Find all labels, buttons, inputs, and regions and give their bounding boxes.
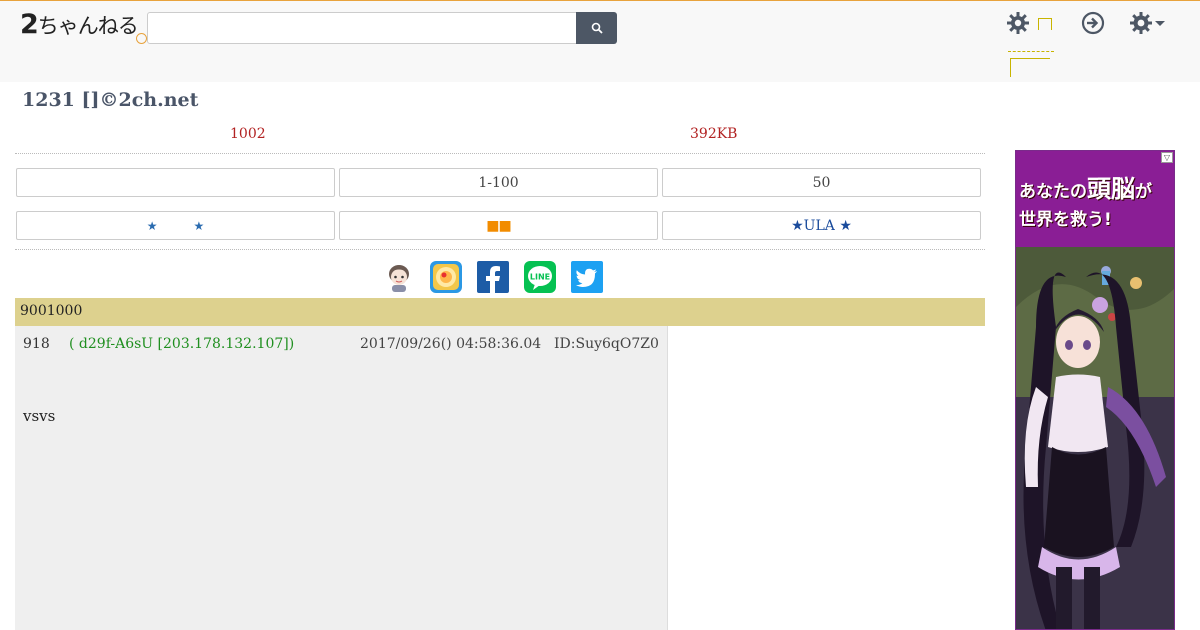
twitter-icon[interactable]: [571, 261, 603, 293]
thread-limit-notice: 9001000: [15, 298, 985, 326]
ula-label: ★ULA ★: [791, 217, 852, 234]
search-input[interactable]: [147, 12, 577, 44]
squares-button[interactable]: ■■: [339, 211, 658, 240]
gear-icon[interactable]: [1006, 11, 1030, 35]
response-count: 1002: [230, 126, 266, 142]
ad-headline: あなたの頭脳が 世界を救う!: [1019, 175, 1174, 234]
ad-illustration: [1016, 247, 1174, 629]
search-icon: [591, 22, 603, 34]
thread-size: 392KB: [690, 126, 738, 142]
ad-headline-emphasis: 頭脳: [1087, 175, 1135, 203]
thread-title: 1231 []©2ch.net: [22, 89, 199, 111]
svg-text:LINE: LINE: [530, 273, 550, 282]
post: 918 ( d29f-A6sU [203.178.132.107]) 2017/…: [15, 326, 668, 630]
line-icon[interactable]: LINE: [524, 261, 556, 293]
favorite-button[interactable]: ★ ★: [16, 211, 335, 240]
login-icon[interactable]: [1080, 10, 1106, 36]
ula-button[interactable]: ★ULA ★: [662, 211, 981, 240]
post-body: vsvs: [23, 407, 56, 425]
post-author: ( d29f-A6sU [203.178.132.107]): [69, 336, 295, 352]
broken-image-frame-inner: [1044, 18, 1052, 30]
post-id[interactable]: ID:Suy6qO7Z0: [554, 336, 659, 352]
broken-image-row: [1008, 43, 1054, 52]
ad-headline-part: が: [1135, 182, 1152, 202]
divider: [15, 153, 985, 154]
show-all-button[interactable]: [16, 168, 335, 197]
search-button[interactable]: [576, 12, 617, 44]
site-logo[interactable]: 2ちゃんねる: [20, 9, 147, 44]
settings-menu-icon[interactable]: [1128, 10, 1168, 36]
square-icon: ■■: [486, 217, 511, 234]
ad-headline-part: あなたの: [1019, 182, 1087, 202]
character-icon[interactable]: [383, 261, 415, 293]
site-header: 2ちゃんねる: [0, 1, 1200, 82]
facebook-icon[interactable]: [477, 261, 509, 293]
ad-headline-part: 世界を救う!: [1019, 210, 1112, 230]
star-icon: ★: [193, 218, 205, 233]
broken-image-line: [1010, 58, 1050, 77]
ad-choices-icon[interactable]: ▽: [1161, 152, 1173, 163]
post-number[interactable]: 918: [23, 336, 50, 352]
logo-badge: [135, 33, 147, 44]
post-date: 2017/09/26() 04:58:36.04: [360, 336, 542, 352]
logo-text: ちゃんねる: [37, 14, 139, 38]
star-icon: ★: [146, 218, 158, 233]
app-icon[interactable]: [430, 261, 462, 293]
logo-number: 2: [20, 9, 39, 40]
latest-50-button[interactable]: 50: [662, 168, 981, 197]
advertisement-banner[interactable]: あなたの頭脳が 世界を救う! ▽: [1015, 150, 1175, 630]
divider: [15, 249, 985, 250]
range-1-100-button[interactable]: 1-100: [339, 168, 658, 197]
